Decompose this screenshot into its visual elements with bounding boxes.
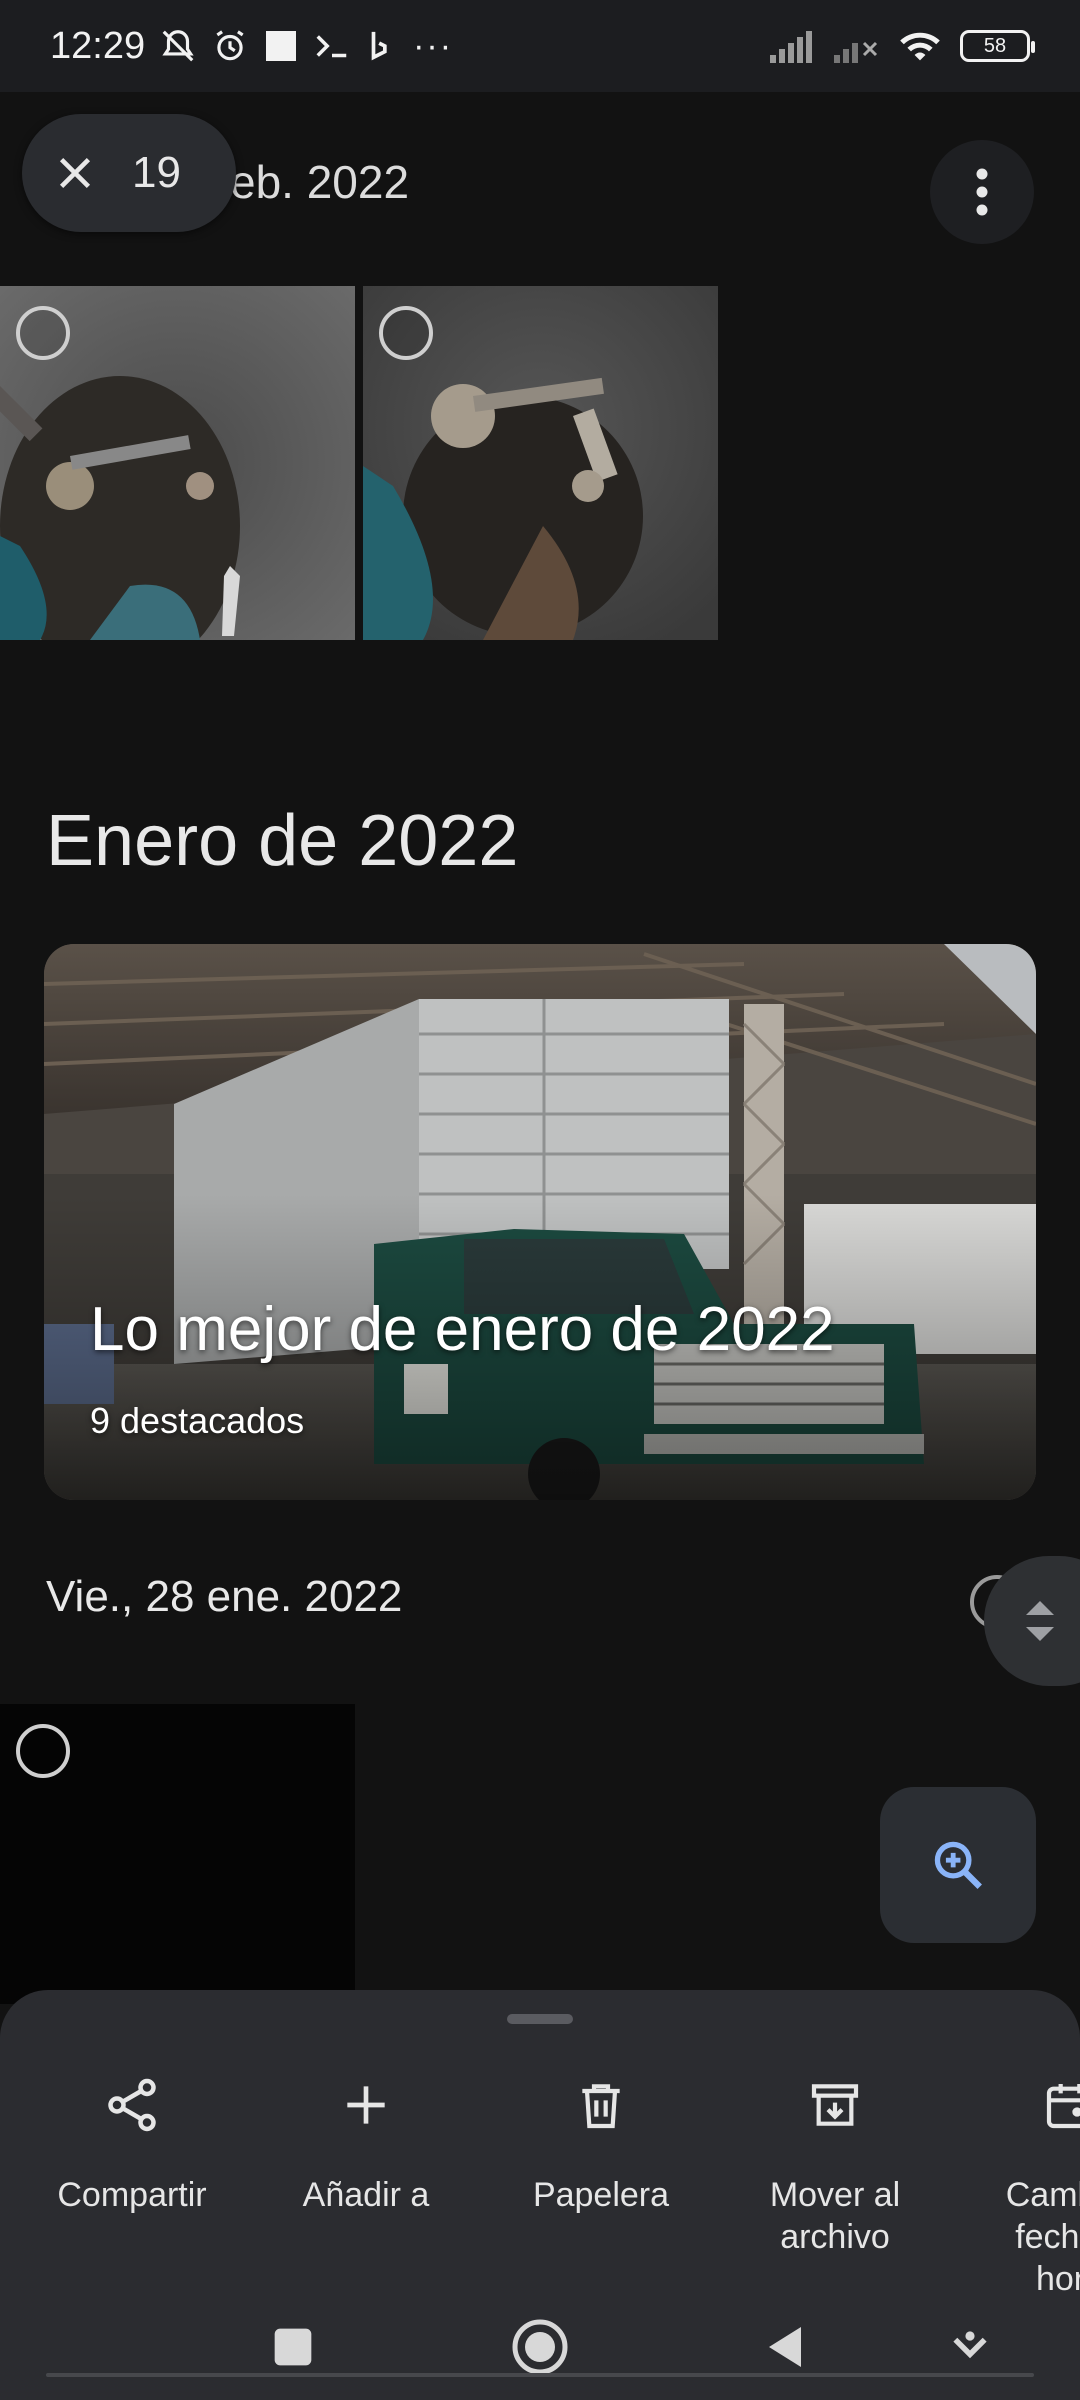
square-icon [274,2328,312,2366]
photo-thumbnail[interactable] [0,286,355,640]
scroll-date-header: eb. 2022 [230,156,410,208]
selection-pill: 19 [22,114,236,232]
trash-label: Papelera [532,2176,670,2214]
bing-icon [365,27,399,65]
add-to-button[interactable]: Añadir a [256,2068,476,2216]
close-icon [59,157,91,189]
home-button[interactable] [505,2312,575,2382]
signal-no-service-icon [834,29,880,63]
zoom-button[interactable] [880,1787,1036,1943]
photo-thumbnail[interactable] [363,286,718,640]
gesture-bar [46,2373,1034,2377]
more-options-button[interactable] [930,140,1034,244]
back-button[interactable] [750,2312,820,2382]
calendar-icon [960,2068,1080,2142]
highlight-title: Lo mejor de enero de 2022 [90,1295,835,1364]
close-selection-button[interactable] [52,150,98,196]
bell-off-icon [159,27,197,65]
photo-thumbnail[interactable] [0,1704,355,2004]
change-date-label: Cambiar fecha y hora [1005,2176,1080,2298]
alarm-icon [211,27,249,65]
wifi-icon [898,28,942,64]
share-button[interactable]: Compartir [22,2068,242,2216]
archive-label: Mover al archivo [769,2176,901,2256]
terminal-icon [313,27,351,65]
share-icon [22,2068,242,2142]
more-vert-icon [976,168,988,216]
chevron-down-icon [953,2331,987,2359]
selected-count: 19 [132,148,181,197]
highlight-card[interactable]: Lo mejor de enero de 2022 9 destacados [44,944,1036,1500]
home-circle-icon [512,2319,568,2375]
select-checkbox[interactable] [16,306,70,360]
more-notifications: ··· [413,26,454,65]
square-notification-icon [263,28,299,64]
archive-icon [725,2068,945,2142]
archive-button[interactable]: Mover al archivo [725,2068,945,2258]
status-time: 12:29 [50,24,146,67]
google-photos-screen: 12:29 ··· 58 eb. 2022 19 Enero de 2022 L… [0,0,1080,2400]
battery-icon: 58 [960,30,1035,62]
status-bar: 12:29 ··· 58 [0,0,1080,92]
zoom-in-icon [934,1841,982,1889]
add-to-label: Añadir a [302,2176,430,2214]
hide-nav-button[interactable] [935,2312,1005,2382]
back-triangle-icon [769,2327,801,2367]
recents-button[interactable] [258,2312,328,2382]
change-date-button[interactable]: Cambiar fecha y hora [960,2068,1080,2300]
system-navigation-bar [0,2300,1080,2400]
sheet-drag-handle[interactable] [507,2014,573,2024]
month-section-title: Enero de 2022 [46,801,519,881]
select-checkbox[interactable] [16,1724,70,1778]
trash-button[interactable]: Papelera [491,2068,711,2216]
plus-icon [256,2068,476,2142]
highlight-subtitle: 9 destacados [90,1400,305,1441]
day-label: Vie., 28 ene. 2022 [46,1572,403,1621]
scroll-arrows-icon [1026,1601,1054,1641]
select-checkbox[interactable] [379,306,433,360]
battery-level: 58 [983,34,1007,57]
share-label: Compartir [57,2176,207,2214]
signal-icon [770,29,816,63]
trash-icon [491,2068,711,2142]
